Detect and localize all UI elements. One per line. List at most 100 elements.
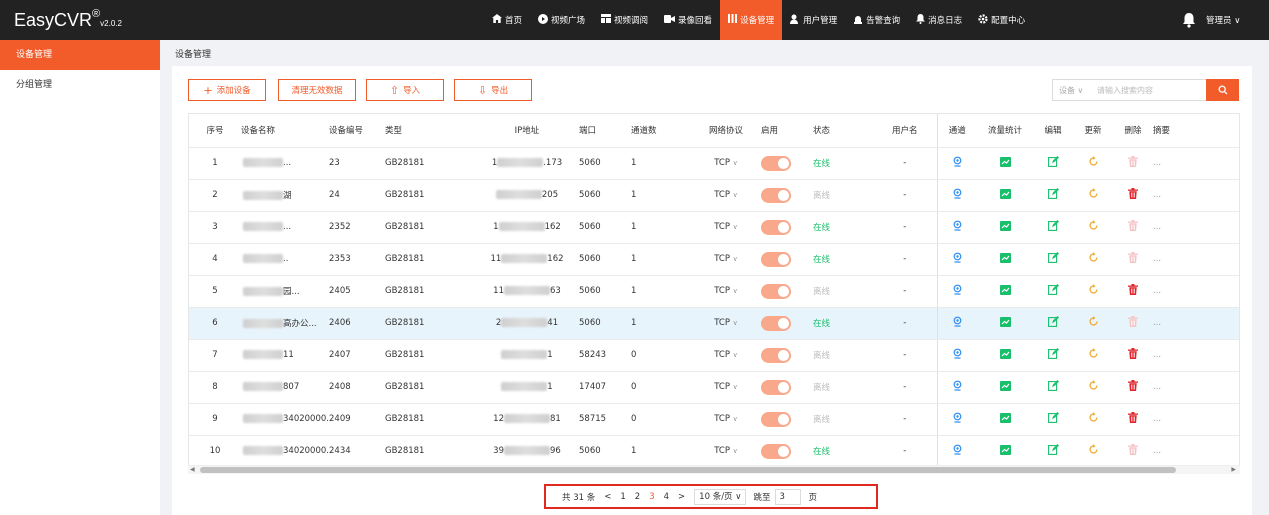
protocol-select[interactable]: TCP ∨ bbox=[691, 243, 761, 276]
pagination-next-button[interactable]: > bbox=[678, 492, 685, 502]
enable-toggle[interactable] bbox=[761, 347, 791, 363]
refresh-icon[interactable] bbox=[1088, 252, 1099, 266]
enable-toggle[interactable] bbox=[761, 411, 791, 427]
nav-item-alarm[interactable]: 告警查询 bbox=[845, 0, 908, 40]
summary-more[interactable]: ... bbox=[1153, 318, 1161, 328]
edit-icon[interactable] bbox=[1047, 284, 1059, 298]
table-row[interactable]: 7 11 2407 GB28181 1 58243 0 TCP ∨ 离线 -... bbox=[189, 339, 1239, 372]
traffic-stats-icon[interactable] bbox=[999, 156, 1011, 170]
nav-item-home[interactable]: 首页 bbox=[484, 0, 530, 40]
enable-toggle[interactable] bbox=[761, 187, 791, 203]
locate-icon[interactable] bbox=[952, 380, 963, 394]
traffic-stats-icon[interactable] bbox=[999, 252, 1011, 266]
scrollbar-thumb[interactable] bbox=[200, 467, 1176, 473]
pagination-page-2[interactable]: 2 bbox=[635, 492, 640, 502]
traffic-stats-icon[interactable] bbox=[999, 316, 1011, 330]
delete-icon[interactable] bbox=[1128, 380, 1138, 394]
edit-icon[interactable] bbox=[1047, 220, 1059, 234]
nav-item-grid[interactable]: 视频调阅 bbox=[593, 0, 656, 40]
protocol-select[interactable]: TCP ∨ bbox=[691, 211, 761, 244]
add-device-button[interactable]: + 添加设备 bbox=[188, 79, 266, 101]
export-button[interactable]: ⇩ 导出 bbox=[454, 79, 532, 101]
locate-icon[interactable] bbox=[952, 284, 963, 298]
refresh-icon[interactable] bbox=[1088, 444, 1099, 458]
jump-to-page-input[interactable]: 3 bbox=[774, 488, 801, 505]
sidebar-item-device-management[interactable]: 设备管理 bbox=[0, 40, 160, 70]
locate-icon[interactable] bbox=[952, 348, 963, 362]
summary-more[interactable]: ... bbox=[1153, 158, 1161, 168]
nav-item-play[interactable]: 视频广场 bbox=[530, 0, 593, 40]
traffic-stats-icon[interactable] bbox=[999, 220, 1011, 234]
locate-icon[interactable] bbox=[952, 252, 963, 266]
notification-bell-icon[interactable] bbox=[1182, 12, 1196, 28]
table-row[interactable]: 3... 2352 GB28181 1 162 5060 1 TCP ∨ 在线 -... bbox=[189, 211, 1239, 244]
refresh-icon[interactable] bbox=[1088, 412, 1099, 426]
horizontal-scrollbar[interactable]: ◀ ▶ bbox=[188, 465, 1240, 474]
summary-more[interactable]: ... bbox=[1153, 350, 1161, 360]
nav-item-person[interactable]: 用户管理 bbox=[782, 0, 845, 40]
traffic-stats-icon[interactable] bbox=[999, 380, 1011, 394]
protocol-select[interactable]: TCP ∨ bbox=[691, 403, 761, 436]
locate-icon[interactable] bbox=[952, 412, 963, 426]
refresh-icon[interactable] bbox=[1088, 316, 1099, 330]
summary-more[interactable]: ... bbox=[1153, 190, 1161, 200]
search-input[interactable] bbox=[1097, 85, 1207, 95]
nav-item-gear[interactable]: 配置中心 bbox=[970, 0, 1033, 40]
table-row[interactable]: 6 高办公... 2406 GB28181 2 41 5060 1 TCP ∨ 在线 -... bbox=[189, 307, 1239, 340]
traffic-stats-icon[interactable] bbox=[999, 412, 1011, 426]
table-row[interactable]: 934020000...2409GB281811281587150TCP ∨离线… bbox=[189, 403, 1239, 436]
locate-icon[interactable] bbox=[952, 156, 963, 170]
search-type-select[interactable]: 设备 ∨ bbox=[1053, 85, 1097, 96]
edit-icon[interactable] bbox=[1047, 316, 1059, 330]
edit-icon[interactable] bbox=[1047, 444, 1059, 458]
protocol-select[interactable]: TCP ∨ bbox=[691, 179, 761, 212]
refresh-icon[interactable] bbox=[1088, 156, 1099, 170]
delete-icon[interactable] bbox=[1128, 284, 1138, 298]
traffic-stats-icon[interactable] bbox=[999, 188, 1011, 202]
scroll-right-arrow-icon[interactable]: ▶ bbox=[1231, 466, 1236, 473]
protocol-select[interactable]: TCP ∨ bbox=[691, 307, 761, 340]
protocol-select[interactable]: TCP ∨ bbox=[691, 371, 761, 404]
delete-icon[interactable] bbox=[1128, 188, 1138, 202]
delete-icon[interactable] bbox=[1128, 412, 1138, 426]
enable-toggle[interactable] bbox=[761, 219, 791, 235]
summary-more[interactable]: ... bbox=[1153, 382, 1161, 392]
summary-more[interactable]: ... bbox=[1153, 222, 1161, 232]
pagination-prev-button[interactable]: < bbox=[604, 492, 611, 502]
delete-icon[interactable] bbox=[1128, 348, 1138, 362]
edit-icon[interactable] bbox=[1047, 156, 1059, 170]
table-row[interactable]: 5 园... 2405 GB28181 11 63 5060 1 TCP ∨ 离线 -... bbox=[189, 275, 1239, 308]
edit-icon[interactable] bbox=[1047, 412, 1059, 426]
clear-invalid-data-button[interactable]: 清理无效数据 bbox=[278, 79, 356, 101]
enable-toggle[interactable] bbox=[761, 379, 791, 395]
page-size-select[interactable]: 10 条/页 ∨ bbox=[694, 488, 747, 505]
protocol-select[interactable]: TCP ∨ bbox=[691, 275, 761, 308]
enable-toggle[interactable] bbox=[761, 443, 791, 459]
enable-toggle[interactable] bbox=[761, 315, 791, 331]
edit-icon[interactable] bbox=[1047, 380, 1059, 394]
table-row[interactable]: 2 湖 24 GB28181 205 5060 1 TCP ∨ 离线 -... bbox=[189, 179, 1239, 212]
enable-toggle[interactable] bbox=[761, 283, 791, 299]
traffic-stats-icon[interactable] bbox=[999, 284, 1011, 298]
nav-item-camera[interactable]: 录像回看 bbox=[656, 0, 720, 40]
locate-icon[interactable] bbox=[952, 316, 963, 330]
protocol-select[interactable]: TCP ∨ bbox=[691, 435, 761, 466]
enable-toggle[interactable] bbox=[761, 155, 791, 171]
protocol-select[interactable]: TCP ∨ bbox=[691, 147, 761, 180]
locate-icon[interactable] bbox=[952, 220, 963, 234]
summary-more[interactable]: ... bbox=[1153, 446, 1161, 456]
protocol-select[interactable]: TCP ∨ bbox=[691, 339, 761, 372]
user-menu[interactable]: 管理员 ∨ bbox=[1206, 14, 1240, 26]
app-logo[interactable]: EasyCVR®v2.0.2 bbox=[14, 8, 122, 31]
pagination-page-3[interactable]: 3 bbox=[649, 492, 654, 502]
nav-item-device[interactable]: 设备管理 bbox=[720, 0, 783, 40]
refresh-icon[interactable] bbox=[1088, 284, 1099, 298]
refresh-icon[interactable] bbox=[1088, 380, 1099, 394]
enable-toggle[interactable] bbox=[761, 251, 791, 267]
locate-icon[interactable] bbox=[952, 188, 963, 202]
refresh-icon[interactable] bbox=[1088, 188, 1099, 202]
scroll-left-arrow-icon[interactable]: ◀ bbox=[190, 466, 195, 473]
traffic-stats-icon[interactable] bbox=[999, 444, 1011, 458]
summary-more[interactable]: ... bbox=[1153, 254, 1161, 264]
pagination-page-1[interactable]: 1 bbox=[620, 492, 625, 502]
